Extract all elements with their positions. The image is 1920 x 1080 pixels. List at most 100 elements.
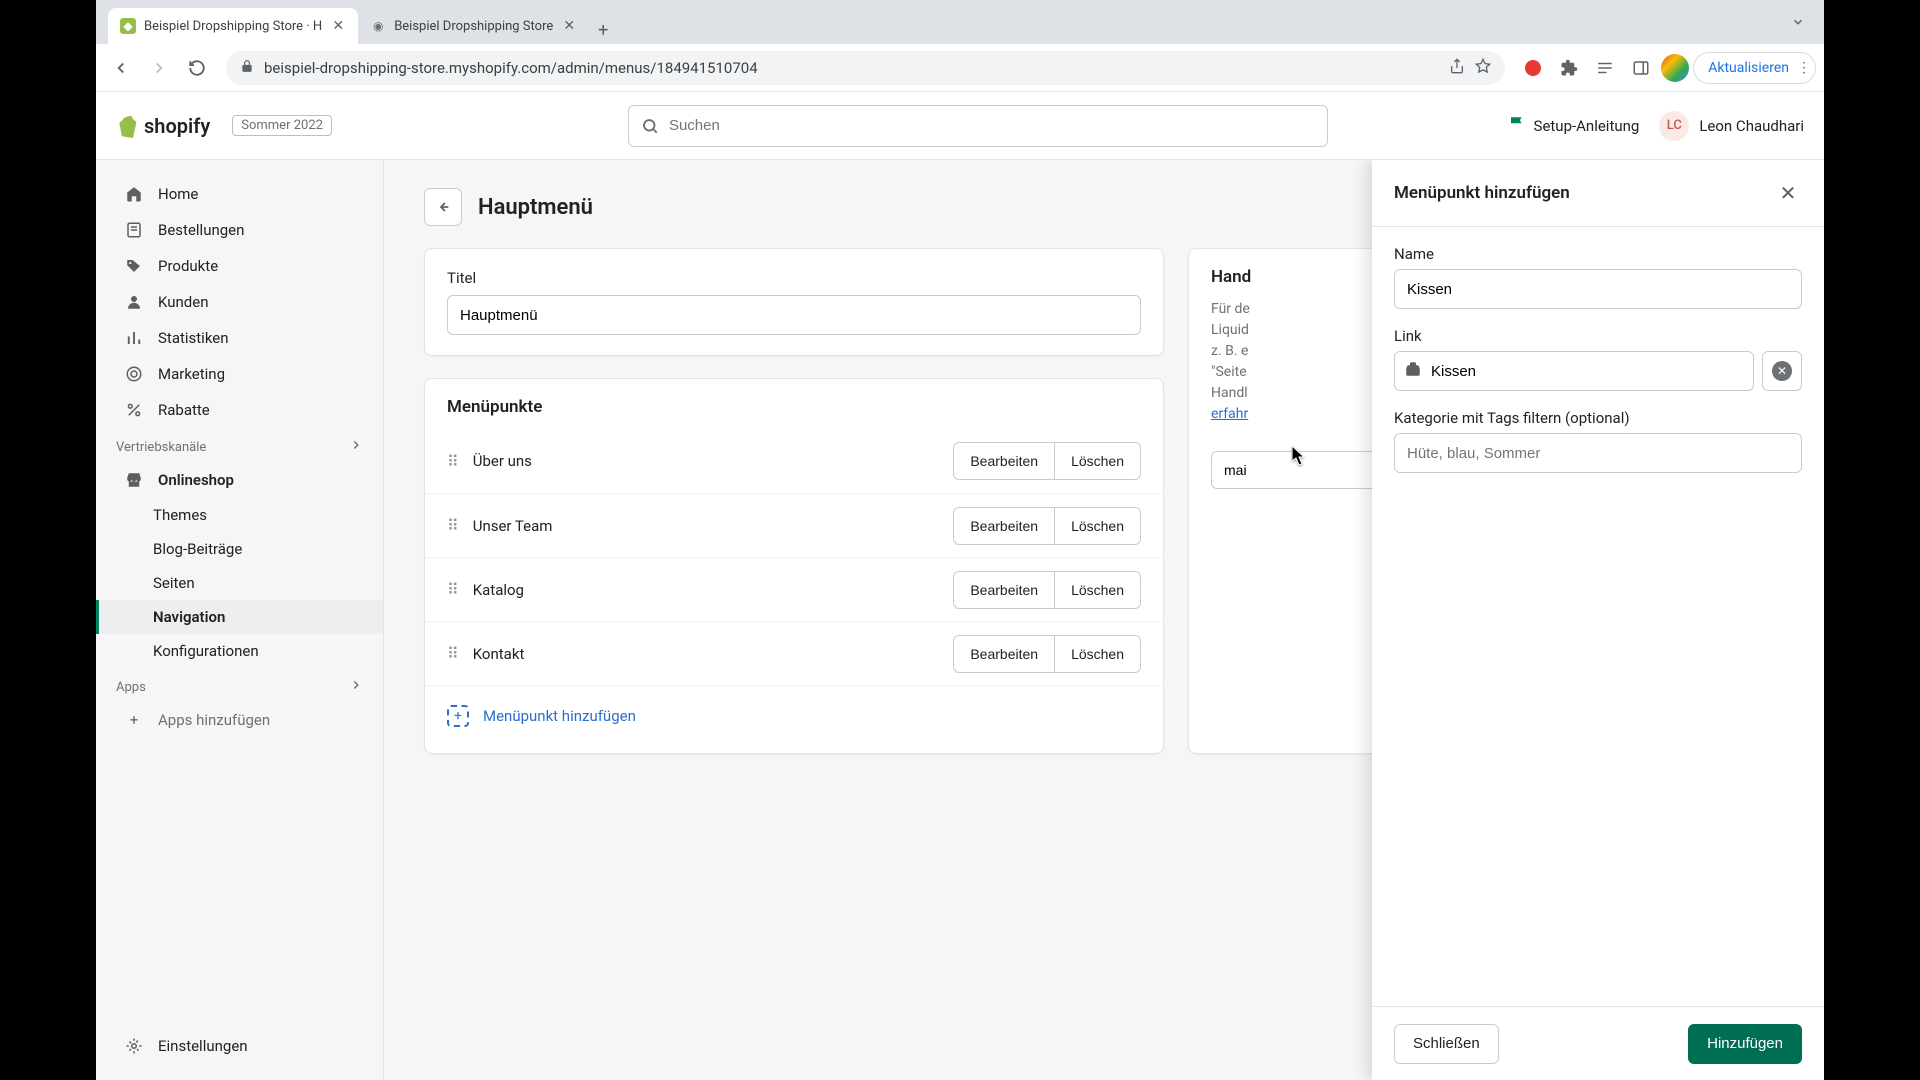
browser-tab[interactable]: ◉ Beispiel Dropshipping Store ✕ [358,8,589,44]
edit-button[interactable]: Bearbeiten [953,635,1055,673]
delete-button[interactable]: Löschen [1055,571,1141,609]
menu-item-row: ⠿ Katalog Bearbeiten Löschen [425,557,1163,621]
sidebar-item-add-apps[interactable]: + Apps hinzufügen [104,702,375,738]
link-input[interactable] [1394,351,1754,391]
add-dashed-icon: + [447,705,469,727]
kebab-menu-icon[interactable]: ⋮ [1797,60,1811,76]
analytics-icon [124,329,144,347]
sidebar: Home Bestellungen Produkte Kunden Statis… [96,160,384,1080]
main-content: Hauptmenü Titel Menüpunkte ⠿ [384,160,1824,1080]
tag-icon [124,257,144,275]
sidebar-sub-blog[interactable]: Blog-Beiträge [96,532,383,566]
setup-guide-link[interactable]: Setup-Anleitung [1508,115,1640,137]
drag-handle-icon[interactable]: ⠿ [447,644,459,663]
delete-button[interactable]: Löschen [1055,507,1141,545]
close-drawer-icon[interactable]: ✕ [1774,179,1802,207]
menu-items-card: Menüpunkte ⠿ Über uns Bearbeiten Löschen [424,378,1164,754]
chevron-right-icon[interactable] [349,438,363,456]
close-button[interactable]: Schließen [1394,1024,1499,1064]
menu-items-heading: Menüpunkte [425,379,1163,429]
sidebar-item-marketing[interactable]: Marketing [104,356,375,392]
clear-link-button[interactable]: ✕ [1762,351,1802,391]
home-icon [124,185,144,203]
tabs-dropdown-icon[interactable] [1784,8,1812,36]
edit-button[interactable]: Bearbeiten [953,442,1055,480]
sidebar-section-apps: Apps [96,668,383,702]
name-input[interactable] [1394,269,1802,309]
sidebar-item-analytics[interactable]: Statistiken [104,320,375,356]
tab-title: Beispiel Dropshipping Store · H [144,19,322,34]
sidebar-item-products[interactable]: Produkte [104,248,375,284]
new-tab-button[interactable]: + [589,16,617,44]
sidebar-sub-config[interactable]: Konfigurationen [96,634,383,668]
share-icon[interactable] [1449,58,1465,78]
title-field-label: Titel [425,249,1163,295]
drag-handle-icon[interactable]: ⠿ [447,516,459,535]
lock-icon [240,59,254,77]
shopify-favicon-icon: ◆ [120,18,136,34]
gear-icon [124,1037,144,1055]
update-button[interactable]: Aktualisieren ⋮ [1693,52,1816,84]
user-name: Leon Chaudhari [1699,117,1804,135]
page-title: Hauptmenü [478,195,593,220]
tags-input[interactable] [1394,433,1802,473]
search-input[interactable] [628,105,1328,147]
extension-icon[interactable] [1517,52,1549,84]
sidebar-sub-navigation[interactable]: Navigation [96,600,383,634]
back-icon[interactable] [104,51,138,85]
chevron-right-icon[interactable] [349,678,363,696]
reading-list-icon[interactable] [1589,52,1621,84]
menu-item-label: Unser Team [473,517,940,535]
title-card: Titel [424,248,1164,356]
sidebar-sub-pages[interactable]: Seiten [96,566,383,600]
menu-item-row: ⠿ Über uns Bearbeiten Löschen [425,429,1163,493]
sidebar-item-onlineshop[interactable]: Onlineshop [104,462,375,498]
star-icon[interactable] [1475,58,1491,78]
profile-avatar-icon[interactable] [1661,54,1689,82]
sidebar-item-home[interactable]: Home [104,176,375,212]
percent-icon [124,401,144,419]
globe-favicon-icon: ◉ [370,18,386,34]
name-field-label: Name [1394,245,1802,263]
person-icon [124,293,144,311]
shopify-logo[interactable]: shopify [116,114,210,138]
learn-more-link[interactable]: erfahr [1211,406,1248,422]
menu-item-label: Über uns [473,452,940,470]
tab-close-icon[interactable]: ✕ [330,18,346,34]
add-button[interactable]: Hinzufügen [1688,1024,1802,1064]
sidebar-item-settings[interactable]: Einstellungen [104,1028,375,1064]
edit-button[interactable]: Bearbeiten [953,571,1055,609]
plus-icon: + [124,711,144,729]
tab-close-icon[interactable]: ✕ [561,18,577,34]
url-text: beispiel-dropshipping-store.myshopify.co… [264,59,1439,77]
menu-item-label: Kontakt [473,645,940,663]
user-avatar: LC [1659,111,1689,141]
user-menu[interactable]: LC Leon Chaudhari [1659,111,1804,141]
browser-tab-active[interactable]: ◆ Beispiel Dropshipping Store · H ✕ [108,8,358,44]
forward-icon[interactable] [142,51,176,85]
page-back-button[interactable] [424,188,462,226]
url-bar[interactable]: beispiel-dropshipping-store.myshopify.co… [226,51,1505,85]
delete-button[interactable]: Löschen [1055,635,1141,673]
browser-toolbar: beispiel-dropshipping-store.myshopify.co… [96,44,1824,92]
sidebar-item-discounts[interactable]: Rabatte [104,392,375,428]
drag-handle-icon[interactable]: ⠿ [447,452,459,471]
target-icon [124,365,144,383]
sidebar-item-customers[interactable]: Kunden [104,284,375,320]
menu-item-label: Katalog [473,581,940,599]
drag-handle-icon[interactable]: ⠿ [447,580,459,599]
extensions-icon[interactable] [1553,52,1585,84]
tags-field-label: Kategorie mit Tags filtern (optional) [1394,409,1802,427]
reload-icon[interactable] [180,51,214,85]
flag-icon [1508,115,1526,137]
edit-button[interactable]: Bearbeiten [953,507,1055,545]
store-icon [124,471,144,489]
menu-title-input[interactable] [447,295,1141,335]
menu-item-row: ⠿ Unser Team Bearbeiten Löschen [425,493,1163,557]
sidebar-sub-themes[interactable]: Themes [96,498,383,532]
delete-button[interactable]: Löschen [1055,442,1141,480]
sidebar-item-orders[interactable]: Bestellungen [104,212,375,248]
side-panel-icon[interactable] [1625,52,1657,84]
add-menu-item-drawer: Menüpunkt hinzufügen ✕ Name Link [1372,160,1824,1080]
add-menu-item-button[interactable]: + Menüpunkt hinzufügen [425,685,1163,745]
